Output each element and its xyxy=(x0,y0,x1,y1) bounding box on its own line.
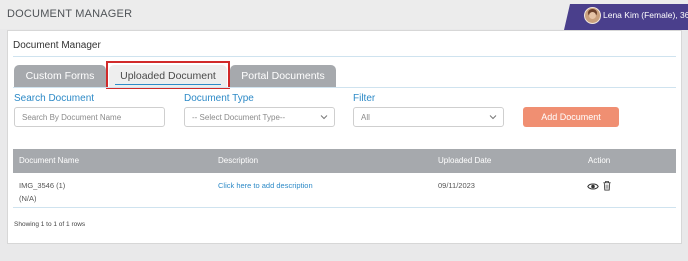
document-subtext: (N/A) xyxy=(19,194,37,203)
divider xyxy=(13,56,676,57)
document-type-select[interactable]: -- Select Document Type-- xyxy=(184,107,335,127)
filter-value: All xyxy=(361,112,370,122)
tab-portal-documents[interactable]: Portal Documents xyxy=(230,65,336,87)
rows-info: Showing 1 to 1 of 1 rows xyxy=(14,221,86,228)
eye-icon[interactable] xyxy=(587,181,599,192)
column-header-document-name: Document Name xyxy=(19,156,80,165)
table-header: Document Name Description Uploaded Date … xyxy=(13,149,676,173)
search-placeholder: Search By Document Name xyxy=(22,112,122,122)
trash-icon[interactable] xyxy=(601,180,613,191)
user-chip[interactable]: Lena Kim (Female), 36 xyxy=(564,4,688,30)
chevron-down-icon xyxy=(320,115,328,120)
document-name: IMG_3546 (1) xyxy=(19,181,66,190)
row-divider xyxy=(13,207,676,208)
add-description-link[interactable]: Click here to add description xyxy=(218,181,313,190)
highlight-annotation xyxy=(106,61,230,89)
tab-strip-line xyxy=(13,87,676,88)
panel-title: Document Manager xyxy=(13,40,101,51)
column-header-uploaded-date: Uploaded Date xyxy=(438,156,492,165)
chevron-down-icon xyxy=(489,115,497,120)
tab-label: Custom Forms xyxy=(25,70,95,82)
add-document-button[interactable]: Add Document xyxy=(523,107,619,127)
filter-label: Filter xyxy=(353,93,376,104)
table-row: IMG_3546 (1) (N/A) Click here to add des… xyxy=(13,173,676,207)
app-title: DOCUMENT MANAGER xyxy=(7,8,133,20)
document-type-label: Document Type xyxy=(184,93,254,104)
search-document-label: Search Document xyxy=(14,93,95,104)
search-input[interactable]: Search By Document Name xyxy=(14,107,165,127)
tab-custom-forms[interactable]: Custom Forms xyxy=(14,65,106,87)
column-header-action: Action xyxy=(588,156,611,165)
column-header-description: Description xyxy=(218,156,259,165)
avatar xyxy=(584,7,601,24)
document-manager-panel: Document Manager Custom Forms Uploaded D… xyxy=(7,30,682,244)
tab-label: Portal Documents xyxy=(241,70,325,82)
uploaded-date: 09/11/2023 xyxy=(438,181,475,190)
user-name: Lena Kim (Female), 36 xyxy=(603,10,688,20)
document-type-value: -- Select Document Type-- xyxy=(192,112,286,122)
filter-select[interactable]: All xyxy=(353,107,504,127)
top-bar: DOCUMENT MANAGER Lena Kim (Female), 36 xyxy=(0,0,688,30)
